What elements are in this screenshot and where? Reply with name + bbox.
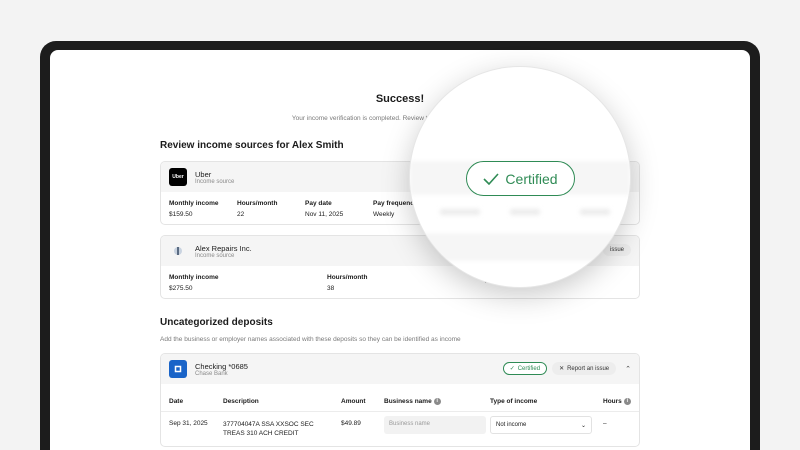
laptop-frame: Success! Your income verification is com… — [40, 41, 760, 450]
certified-badge-large: Certified — [466, 161, 575, 196]
uncategorized-description: Add the business or employer names assoc… — [160, 336, 461, 343]
account-actions: ✓ Certified ✕ Report an issue ⌃ — [502, 362, 631, 375]
close-icon: ✕ — [559, 366, 565, 372]
wrench-logo-icon — [169, 242, 187, 260]
certified-badge: ✓ Certified — [502, 362, 548, 375]
field-monthly-income: Monthly income $275.50 — [169, 274, 219, 292]
deposit-description: 377704047A SSA XXSOC SEC TREAS 310 ACH C… — [223, 421, 314, 438]
account-card-checking: Checking *0685 Chase Bank ✓ Certified ✕ … — [160, 353, 640, 448]
deposit-date: Sep 31, 2025 — [169, 420, 208, 427]
table-header: Date Description Amount Business name i T… — [161, 384, 639, 412]
field-hours-month: Hours/month 22 — [237, 200, 278, 218]
source-type: Income source — [195, 178, 235, 185]
screen: Success! Your income verification is com… — [50, 50, 750, 450]
bank-name: Chase Bank — [195, 370, 228, 377]
account-name: Checking *0685 — [195, 361, 248, 371]
uncategorized-heading: Uncategorized deposits — [160, 317, 273, 328]
field-monthly-income: Monthly income $159.50 — [169, 200, 219, 218]
account-header: Checking *0685 Chase Bank ✓ Certified ✕ … — [161, 354, 639, 384]
info-icon[interactable]: i — [623, 398, 631, 405]
business-name-input[interactable]: Business name — [384, 416, 486, 434]
deposit-hours: – — [603, 420, 607, 427]
source-name: Alex Repairs Inc. — [195, 243, 252, 253]
field-hours-month: Hours/month 38 — [327, 274, 368, 292]
check-icon: ✓ — [509, 366, 515, 372]
income-type-select[interactable]: Not income ⌄ — [490, 416, 592, 434]
field-pay-date: Pay date Nov 11, 2025 — [305, 200, 344, 218]
deposit-amount: $49.89 — [341, 420, 361, 427]
table-row: Sep 31, 2025 377704047A SSA XXSOC SEC TR… — [161, 412, 639, 446]
chevron-up-icon[interactable]: ⌃ — [625, 365, 631, 373]
report-issue-button[interactable]: ✕ Report an issue — [552, 362, 617, 375]
chase-logo-icon — [169, 360, 187, 378]
source-type: Income source — [195, 252, 235, 259]
check-icon — [483, 172, 500, 185]
chevron-down-icon: ⌄ — [580, 423, 586, 429]
info-icon[interactable]: i — [433, 398, 441, 405]
source-name: Uber — [195, 169, 212, 179]
uber-logo-icon: Uber — [169, 168, 187, 186]
magnifier: Certified — [410, 67, 630, 287]
